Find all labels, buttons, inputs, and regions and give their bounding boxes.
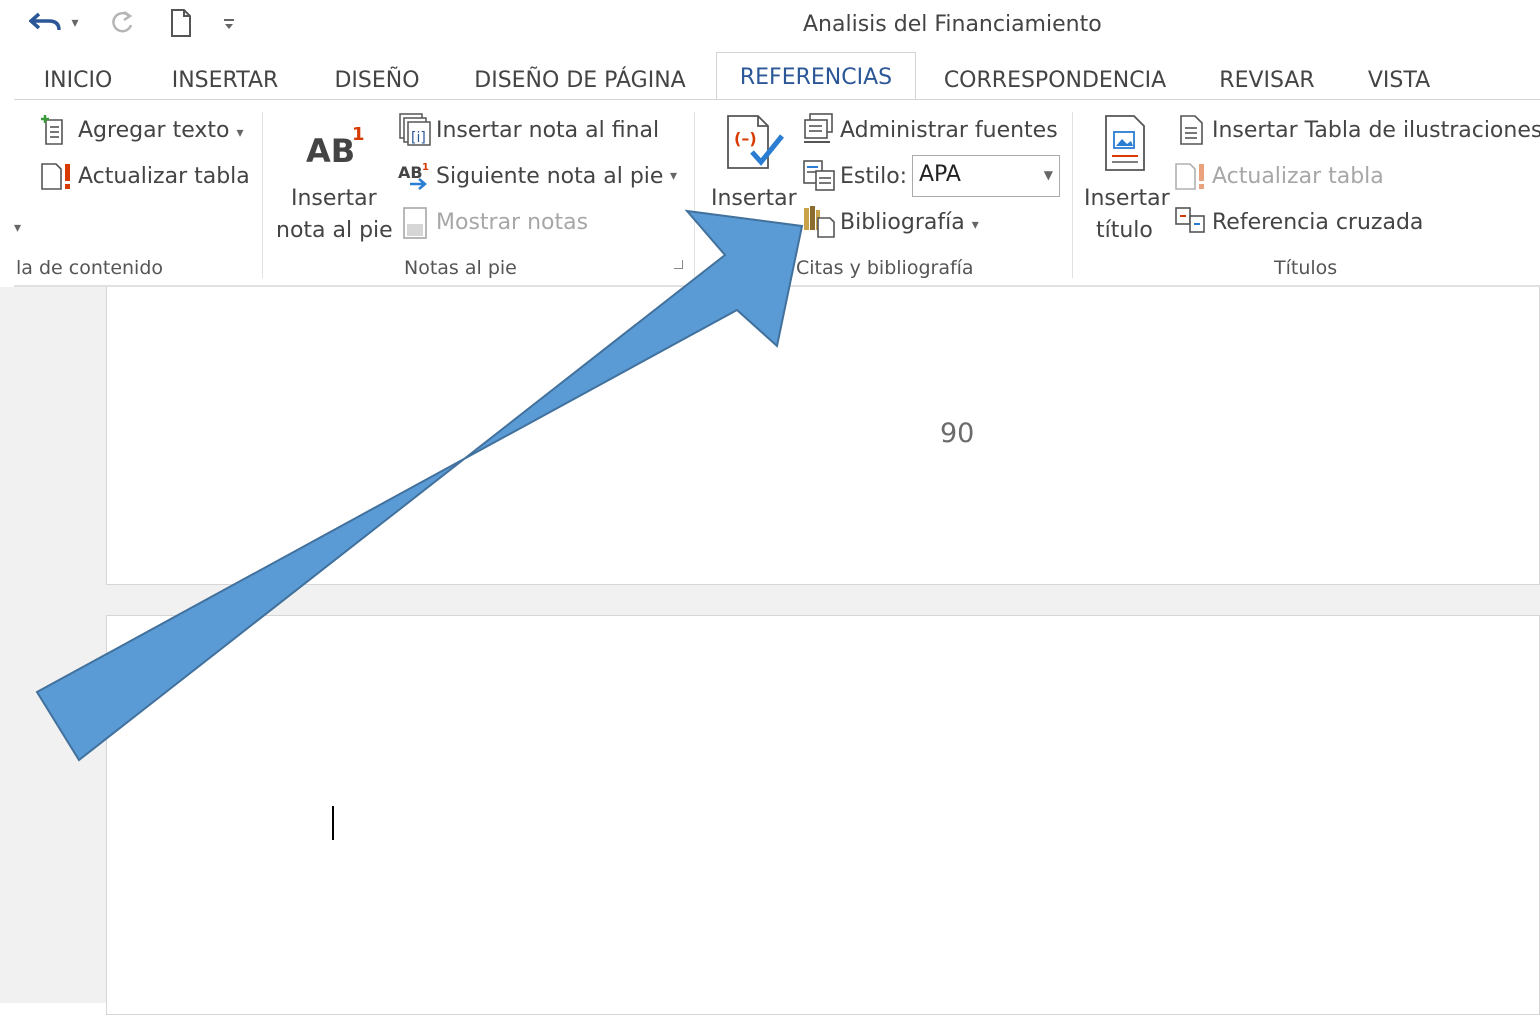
dialog-launcher-icon[interactable] <box>674 260 683 269</box>
siguiente-nota-icon: AB 1 <box>398 160 434 196</box>
insertar-nota-al-pie-icon: AB 1 <box>306 120 370 172</box>
chevron-down-icon[interactable]: ▾ <box>670 168 677 184</box>
actualizar-tabla-titulos-button[interactable]: Actualizar tabla <box>1212 163 1384 191</box>
chevron-down-icon: ▾ <box>971 217 979 233</box>
estilo-value: APA <box>919 162 961 187</box>
administrar-fuentes-button[interactable]: Administrar fuentes <box>840 117 1058 145</box>
agregar-texto-label: Agregar texto <box>78 118 230 143</box>
undo-icon[interactable] <box>26 6 66 40</box>
insertar-titulo-line1[interactable]: Insertar <box>1084 185 1170 213</box>
text-cursor <box>332 806 334 840</box>
mostrar-notas-icon <box>402 206 428 244</box>
siguiente-nota-button[interactable]: Siguiente nota al pie <box>436 163 663 191</box>
group-separator <box>262 112 263 278</box>
agregar-texto-icon <box>40 114 70 150</box>
mostrar-notas-button[interactable]: Mostrar notas <box>436 209 588 237</box>
redo-icon[interactable] <box>106 6 140 40</box>
group-separator <box>694 112 695 278</box>
actualizar-tabla-toc-button[interactable]: Actualizar tabla <box>78 163 250 191</box>
tab-diseno-de-pagina[interactable]: DISEÑO DE PÁGINA <box>462 60 698 100</box>
referencia-cruzada-button[interactable]: Referencia cruzada <box>1212 209 1423 237</box>
svg-text:AB: AB <box>306 132 355 168</box>
insertar-cita-icon: (–) <box>724 114 786 176</box>
ribbon-tabs: INICIO INSERTAR DISEÑO DISEÑO DE PÁGINA … <box>0 52 1540 101</box>
footnotes-group-label: Notas al pie <box>404 257 517 279</box>
bibliografia-icon <box>802 204 836 242</box>
customize-qat-icon[interactable] <box>218 6 240 40</box>
page-previous[interactable] <box>106 287 1540 585</box>
insertar-cita-button[interactable]: Insertar <box>711 185 797 213</box>
toc-group-label: la de contenido <box>16 257 164 279</box>
tab-diseno[interactable]: DISEÑO <box>324 60 430 100</box>
page-number: 90 <box>940 418 975 449</box>
actualizar-tabla-icon <box>40 160 74 196</box>
tab-referencias[interactable]: REFERENCIAS <box>716 52 916 101</box>
chevron-down-icon[interactable]: ▾ <box>14 220 21 236</box>
referencia-cruzada-icon <box>1174 206 1208 240</box>
bibliografia-button[interactable]: Bibliografía ▾ <box>840 209 979 239</box>
agregar-texto-button[interactable]: Agregar texto ▾ <box>78 117 244 147</box>
group-separator <box>1072 112 1073 278</box>
new-document-icon[interactable] <box>166 6 196 40</box>
tab-inicio[interactable]: INICIO <box>30 60 126 100</box>
insertar-nota-al-final-icon: [i] <box>398 112 434 150</box>
estilo-dropdown[interactable]: APA ▼ <box>912 155 1060 197</box>
estilo-icon <box>802 158 836 196</box>
svg-text:1: 1 <box>352 124 365 145</box>
svg-text:(–): (–) <box>734 129 757 148</box>
title-bar: ▾ Analisis del Financiamiento <box>0 0 1540 52</box>
insertar-nota-al-pie-line1[interactable]: Insertar <box>291 185 377 213</box>
actualizar-tabla-titulos-icon <box>1174 160 1208 196</box>
page-current[interactable] <box>106 615 1540 1015</box>
insertar-titulo-icon <box>1100 114 1148 178</box>
insertar-titulo-line2[interactable]: título <box>1096 217 1153 245</box>
administrar-fuentes-icon <box>802 112 836 150</box>
svg-text:1: 1 <box>422 162 429 173</box>
bibliografia-label: Bibliografía <box>840 210 965 235</box>
insertar-tabla-ilustraciones-button[interactable]: Insertar Tabla de ilustraciones <box>1212 117 1540 145</box>
tab-revisar[interactable]: REVISAR <box>1208 60 1326 100</box>
estilo-label: Estilo: <box>840 164 908 189</box>
captions-group-label: Títulos <box>1274 257 1338 279</box>
svg-text:[i]: [i] <box>411 130 426 146</box>
chevron-down-icon[interactable]: ▼ <box>1044 168 1053 182</box>
document-title: Analisis del Financiamiento <box>803 12 1102 37</box>
undo-dropdown-icon[interactable]: ▾ <box>66 6 84 40</box>
insertar-tabla-ilustraciones-icon <box>1178 114 1206 150</box>
chevron-down-icon: ▾ <box>236 125 244 141</box>
tab-insertar[interactable]: INSERTAR <box>158 60 292 100</box>
tab-correspondencia[interactable]: CORRESPONDENCIA <box>932 60 1178 100</box>
tab-vista[interactable]: VISTA <box>1356 60 1442 100</box>
citations-group-label: Citas y bibliografía <box>796 257 974 279</box>
insertar-nota-al-final-button[interactable]: Insertar nota al final <box>436 117 659 145</box>
insertar-nota-al-pie-line2[interactable]: nota al pie <box>276 217 393 245</box>
